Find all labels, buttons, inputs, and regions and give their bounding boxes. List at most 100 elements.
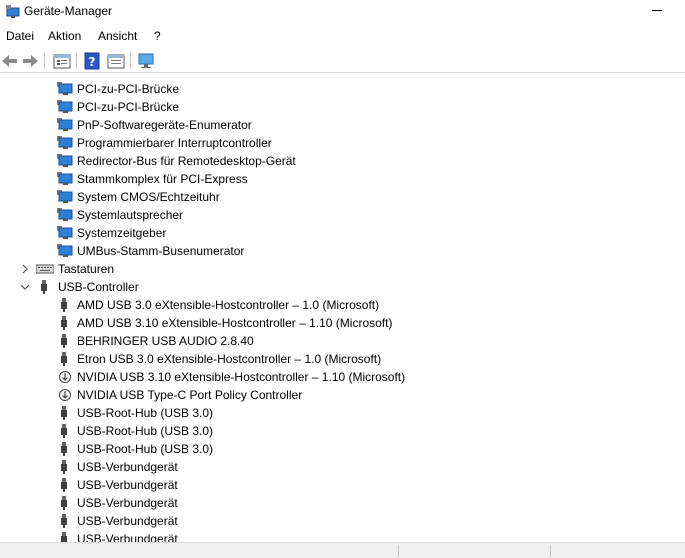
- tree-item[interactable]: USB-Verbundgerät: [0, 458, 685, 476]
- device-manager-icon: [6, 5, 20, 19]
- tree-item[interactable]: BEHRINGER USB AUDIO 2.8.40: [0, 332, 685, 350]
- system-device-icon: [57, 244, 73, 258]
- usb-icon: [58, 406, 74, 420]
- tree-item[interactable]: PnP-Softwaregeräte-Enumerator: [0, 116, 685, 134]
- status-divider: [398, 545, 399, 557]
- tree-item-label: NVIDIA USB Type-C Port Policy Controller: [77, 388, 303, 402]
- tree-item[interactable]: AMD USB 3.10 eXtensible-Hostcontroller –…: [0, 314, 685, 332]
- system-device-icon: [57, 208, 73, 222]
- usb-icon: [58, 496, 74, 510]
- tree-item[interactable]: PCI-zu-PCI-Brücke: [0, 98, 685, 116]
- menu-datei[interactable]: Datei: [4, 29, 36, 43]
- system-device-icon: [57, 118, 73, 132]
- usb-icon: [38, 280, 54, 294]
- tree-item-label: USB-Verbundgerät: [77, 460, 178, 474]
- usb-icon: [58, 460, 74, 474]
- tree-item-label: USB-Verbundgerät: [77, 496, 178, 510]
- tree-item[interactable]: USB-Verbundgerät: [0, 530, 685, 542]
- chevron-down-icon[interactable]: [20, 281, 30, 291]
- tree-item-label: Systemlautsprecher: [77, 208, 184, 222]
- tree-item-label: AMD USB 3.0 eXtensible-Hostcontroller – …: [77, 298, 380, 312]
- system-device-icon: [57, 82, 73, 96]
- system-device-icon: [57, 226, 73, 240]
- system-device-icon: [57, 190, 73, 204]
- toolbar-separator: [44, 53, 45, 69]
- usb-icon: [58, 478, 74, 492]
- menu-help[interactable]: ?: [152, 29, 163, 43]
- tree-item[interactable]: USB-Verbundgerät: [0, 476, 685, 494]
- status-bar: [0, 542, 685, 558]
- usb-controller-icon: [58, 370, 74, 384]
- toolbar: ?: [0, 49, 685, 73]
- tree-category-label: USB-Controller: [58, 280, 139, 294]
- tree-item-label: USB-Root-Hub (USB 3.0): [77, 406, 214, 420]
- tree-item-label: AMD USB 3.10 eXtensible-Hostcontroller –…: [77, 316, 393, 330]
- tree-item[interactable]: Stammkomplex für PCI-Express: [0, 170, 685, 188]
- system-device-icon: [57, 100, 73, 114]
- minimize-button[interactable]: [647, 3, 667, 19]
- tree-item-label: Programmierbarer Interruptcontroller: [77, 136, 272, 150]
- tree-item[interactable]: USB-Root-Hub (USB 3.0): [0, 422, 685, 440]
- usb-icon: [58, 514, 74, 528]
- properties-icon[interactable]: [52, 51, 72, 71]
- help-icon[interactable]: ?: [82, 51, 102, 71]
- tree-item-label: BEHRINGER USB AUDIO 2.8.40: [77, 334, 254, 348]
- window-title: Geräte-Manager: [24, 4, 113, 18]
- tree-item[interactable]: AMD USB 3.0 eXtensible-Hostcontroller – …: [0, 296, 685, 314]
- tree-item-label: USB-Root-Hub (USB 3.0): [77, 442, 214, 456]
- system-device-icon: [57, 136, 73, 150]
- title-bar: Geräte-Manager: [0, 0, 685, 24]
- tree-item[interactable]: Systemlautsprecher: [0, 206, 685, 224]
- toolbar-separator: [130, 53, 131, 69]
- tree-item[interactable]: Systemzeitgeber: [0, 224, 685, 242]
- tree-item[interactable]: NVIDIA USB Type-C Port Policy Controller: [0, 386, 685, 404]
- tree-item-label: USB-Verbundgerät: [77, 478, 178, 492]
- system-device-icon: [57, 154, 73, 168]
- svg-text:?: ?: [89, 55, 96, 69]
- forward-icon[interactable]: [20, 51, 40, 71]
- show-hidden-icon[interactable]: [106, 51, 126, 71]
- usb-icon: [58, 298, 74, 312]
- usb-icon: [58, 532, 74, 542]
- menu-ansicht[interactable]: Ansicht: [96, 29, 139, 43]
- device-tree[interactable]: PCI-zu-PCI-Brücke PCI-zu-PCI-Brücke PnP-…: [0, 78, 685, 542]
- status-divider: [550, 545, 551, 557]
- tree-item-label: Stammkomplex für PCI-Express: [77, 172, 248, 186]
- tree-item[interactable]: USB-Verbundgerät: [0, 494, 685, 512]
- tree-item-label: Systemzeitgeber: [77, 226, 167, 240]
- tree-item[interactable]: USB-Root-Hub (USB 3.0): [0, 440, 685, 458]
- tree-item[interactable]: USB-Verbundgerät: [0, 512, 685, 530]
- tree-item-label: Etron USB 3.0 eXtensible-Hostcontroller …: [77, 352, 382, 366]
- tree-item[interactable]: NVIDIA USB 3.10 eXtensible-Hostcontrolle…: [0, 368, 685, 386]
- usb-controller-icon: [58, 388, 74, 402]
- tree-item[interactable]: UMBus-Stamm-Busenumerator: [0, 242, 685, 260]
- tree-item-label: USB-Verbundgerät: [77, 514, 178, 528]
- tree-item[interactable]: USB-Root-Hub (USB 3.0): [0, 404, 685, 422]
- usb-icon: [58, 424, 74, 438]
- tree-category-keyboards[interactable]: Tastaturen: [0, 260, 685, 278]
- usb-icon: [58, 334, 74, 348]
- menu-bar: Datei Aktion Ansicht ?: [0, 26, 685, 46]
- tree-item[interactable]: Etron USB 3.0 eXtensible-Hostcontroller …: [0, 350, 685, 368]
- tree-item[interactable]: Programmierbarer Interruptcontroller: [0, 134, 685, 152]
- tree-category-label: Tastaturen: [58, 262, 115, 276]
- usb-icon: [58, 442, 74, 456]
- tree-item-label: PCI-zu-PCI-Brücke: [77, 100, 180, 114]
- tree-category-usb[interactable]: USB-Controller: [0, 278, 685, 296]
- tree-item-label: NVIDIA USB 3.10 eXtensible-Hostcontrolle…: [77, 370, 406, 384]
- toolbar-separator: [76, 53, 77, 69]
- usb-icon: [58, 352, 74, 366]
- tree-item[interactable]: PCI-zu-PCI-Brücke: [0, 80, 685, 98]
- scan-hardware-icon[interactable]: [136, 51, 156, 71]
- tree-item-label: USB-Verbundgerät: [77, 532, 178, 542]
- tree-item-label: UMBus-Stamm-Busenumerator: [77, 244, 245, 258]
- tree-item-label: USB-Root-Hub (USB 3.0): [77, 424, 214, 438]
- back-icon[interactable]: [0, 51, 20, 71]
- system-device-icon: [57, 172, 73, 186]
- chevron-right-icon[interactable]: [20, 263, 30, 274]
- tree-item[interactable]: Redirector-Bus für Remotedesktop-Gerät: [0, 152, 685, 170]
- tree-item[interactable]: System CMOS/Echtzeituhr: [0, 188, 685, 206]
- tree-item-label: System CMOS/Echtzeituhr: [77, 190, 220, 204]
- tree-item-label: PCI-zu-PCI-Brücke: [77, 82, 180, 96]
- menu-aktion[interactable]: Aktion: [46, 29, 83, 43]
